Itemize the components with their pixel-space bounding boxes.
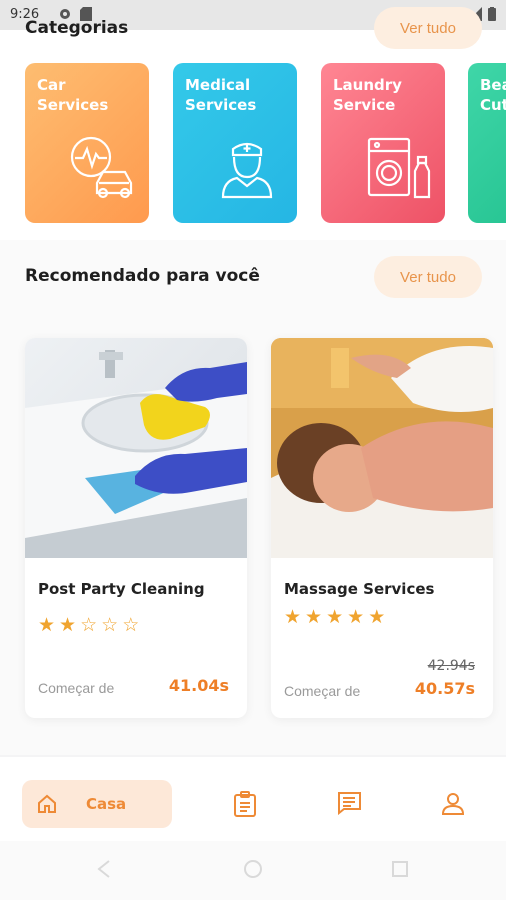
recents-icon[interactable] [390, 859, 410, 879]
recommended-see-all-button[interactable]: Ver tudo [374, 256, 482, 298]
category-label: Medical Services [185, 76, 257, 114]
service-card-post-party-cleaning[interactable]: Post Party Cleaning ★ ★ ☆ ☆ ☆ Começar de 41.… [25, 338, 247, 718]
star-empty-icon: ☆ [80, 614, 98, 636]
nurse-icon [221, 142, 273, 199]
profile-icon[interactable] [441, 791, 465, 815]
star-filled-icon: ★ [326, 606, 344, 628]
start-price-label: Começar de [284, 683, 361, 699]
rating-stars: ★ ★ ☆ ☆ ☆ [38, 616, 139, 635]
home-icon [38, 794, 56, 813]
star-filled-icon: ★ [347, 606, 365, 628]
categories-list: Car Services Medical Services Laundry Se… [25, 63, 506, 223]
recommended-title: Recomendado para você [25, 266, 260, 286]
back-icon[interactable] [95, 859, 115, 879]
nav-home-label: Casa [86, 795, 127, 813]
service-image-cleaning [25, 338, 247, 558]
washing-machine-icon [367, 137, 431, 199]
star-filled-icon: ★ [38, 614, 56, 636]
star-filled-icon: ★ [305, 606, 323, 628]
category-card-beauty-cut[interactable]: Beauty Cut [468, 63, 506, 223]
star-filled-icon: ★ [368, 606, 386, 628]
category-card-car-services[interactable]: Car Services [25, 63, 149, 223]
home-circle-icon[interactable] [243, 859, 263, 879]
orders-icon[interactable] [233, 791, 257, 817]
service-price: 41.04s [168, 676, 229, 695]
star-empty-icon: ☆ [122, 614, 140, 636]
nav-item-home[interactable]: Casa [22, 780, 172, 828]
categories-see-all-button[interactable]: Ver tudo [374, 7, 482, 49]
service-name: Post Party Cleaning [38, 580, 205, 598]
star-filled-icon: ★ [284, 606, 302, 628]
battery-icon [488, 7, 496, 21]
category-label: Beauty Cut [480, 76, 506, 114]
start-price-label: Começar de [38, 680, 115, 696]
system-navigation-bar [0, 841, 506, 900]
chat-icon[interactable] [336, 791, 362, 815]
star-filled-icon: ★ [59, 614, 77, 636]
category-label: Laundry Service [333, 76, 402, 114]
service-image-massage [271, 338, 493, 558]
bottom-navigation: Casa [0, 757, 506, 841]
service-price: 40.57s [414, 679, 475, 698]
rating-stars: ★ ★ ★ ★ ★ [284, 608, 385, 627]
car-service-icon [70, 136, 133, 199]
category-label: Car Services [37, 76, 109, 114]
service-old-price: 42.94s [427, 658, 475, 674]
service-card-massage-services[interactable]: Massage Services ★ ★ ★ ★ ★ 42.94s Começar de… [271, 338, 493, 718]
categories-title: Categorias [25, 18, 129, 38]
category-card-laundry-service[interactable]: Laundry Service [321, 63, 445, 223]
service-name: Massage Services [284, 580, 435, 598]
star-empty-icon: ☆ [101, 614, 119, 636]
category-card-medical-services[interactable]: Medical Services [173, 63, 297, 223]
